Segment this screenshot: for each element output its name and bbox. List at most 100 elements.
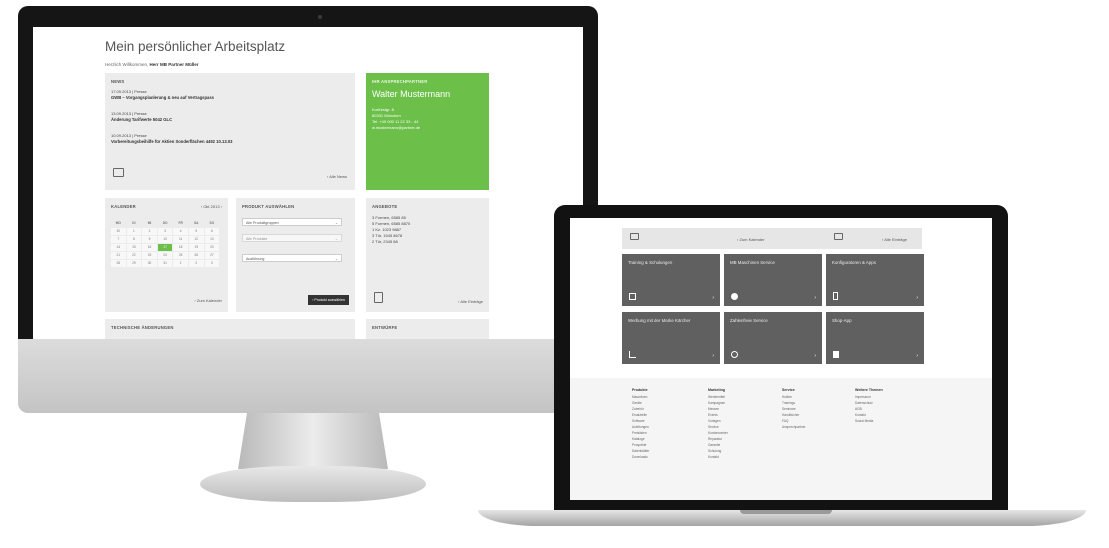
news-link-1[interactable]: GWB – Vorgangsplanlerung & neu auf Vertr… bbox=[111, 95, 214, 100]
footer-heading: Marketing bbox=[708, 388, 725, 392]
calendar-day[interactable]: 13 bbox=[204, 236, 220, 243]
calendar-day[interactable]: 1 bbox=[126, 228, 142, 235]
calendar-day[interactable]: 30 bbox=[142, 260, 157, 267]
welcome-text: Herzlich Willkommen, Herr MB Partner Mül… bbox=[105, 62, 199, 67]
calendar-day[interactable]: 15 bbox=[126, 244, 142, 251]
news-heading: NEWS bbox=[111, 79, 125, 84]
calendar-month-nav[interactable]: ‹ Okt 2013 › bbox=[201, 204, 222, 209]
tile-machine-service[interactable]: MB Maschinen Service › bbox=[724, 254, 822, 306]
newspaper-icon bbox=[113, 168, 124, 177]
page-title: Mein persönlicher Arbeitsplatz bbox=[105, 39, 286, 54]
calendar-day[interactable]: 21 bbox=[111, 252, 126, 259]
chevron-right-icon: › bbox=[916, 353, 918, 359]
tile-service[interactable]: Zahlenfreie Service › bbox=[724, 312, 822, 364]
calendar-day[interactable]: 9 bbox=[142, 236, 157, 243]
calendar-weekday: DI bbox=[132, 221, 136, 225]
imac-screen: Mein persönlicher Arbeitsplatz Herzlich … bbox=[33, 27, 583, 339]
all-news-link[interactable]: › Alle News bbox=[327, 174, 347, 179]
calendar-day[interactable]: 30 bbox=[111, 228, 126, 235]
calendar-day[interactable]: 12 bbox=[188, 236, 204, 243]
contact-street: Kurfürstgr. 8 bbox=[372, 107, 394, 112]
calendar-weekday: MO bbox=[115, 221, 121, 225]
calendar-day[interactable]: 3 bbox=[204, 260, 220, 267]
all-entries-link[interactable]: › Alle Einträge bbox=[458, 299, 483, 304]
offer-item[interactable]: 1 Kz. 1023 9887 bbox=[372, 227, 401, 232]
calendar-day[interactable]: 10 bbox=[157, 236, 173, 243]
calendar-day[interactable]: 31 bbox=[157, 260, 173, 267]
footer-link[interactable]: Downloads bbox=[632, 454, 649, 460]
calendar-grid: MO DI MI DO FR SA SO 30 1 2 3 4 5 6 7 8 9 10 11 12 13 14 15 16 1… bbox=[111, 220, 220, 267]
chevron-down-icon: ⌄ bbox=[334, 221, 338, 225]
calendar-day[interactable]: 3 bbox=[157, 228, 173, 235]
offer-item[interactable]: 5 Formen, 6585 8870 bbox=[372, 221, 410, 226]
calendar-day[interactable]: 27 bbox=[204, 252, 220, 259]
news-link-3[interactable]: Vorbereitungsbeihilfe für Aktien Sonderf… bbox=[111, 139, 232, 144]
product-group-select[interactable]: Alle Produktgruppen ⌄ bbox=[242, 218, 342, 226]
tile-advertising[interactable]: Werbung mit der Marke Kärcher › bbox=[622, 312, 720, 364]
calendar-day[interactable]: 16 bbox=[142, 244, 157, 251]
calendar-day[interactable]: 2 bbox=[142, 228, 157, 235]
calendar-day[interactable]: 24 bbox=[157, 252, 173, 259]
calendar-icon bbox=[630, 233, 639, 240]
camera-dot bbox=[318, 15, 322, 19]
news-link-2[interactable]: Änderung Tarifwerte 5042 GLC bbox=[111, 117, 172, 122]
offer-item[interactable]: 2 Tür, 2345 88 bbox=[372, 239, 398, 244]
chevron-right-icon: › bbox=[712, 353, 714, 359]
calendar-day[interactable]: 11 bbox=[173, 236, 188, 243]
tile-training[interactable]: Training & Schulungen › bbox=[622, 254, 720, 306]
drafts-panel: ENTWÜRFE bbox=[366, 319, 489, 339]
technical-changes-panel: TECHNISCHE ÄNDERUNGEN bbox=[105, 319, 355, 339]
calendar-day[interactable]: 26 bbox=[188, 252, 204, 259]
calendar-panel: KALENDER ‹ Okt 2013 › MO DI MI DO FR SA SO 30 1 2… bbox=[105, 198, 228, 312]
contact-email[interactable]: w.mustermann@partner.de bbox=[372, 125, 420, 130]
calendar-day[interactable]: 6 bbox=[204, 228, 220, 235]
laptop-entries-link[interactable]: › Alle Einträge bbox=[882, 237, 907, 242]
product-heading: PRODUKT AUSWÄHLEN bbox=[242, 204, 295, 209]
calendar-day[interactable]: 7 bbox=[111, 236, 126, 243]
calendar-day[interactable]: 5 bbox=[188, 228, 204, 235]
calendar-link[interactable]: › Zum Kalender bbox=[194, 298, 222, 303]
calendar-day[interactable]: 25 bbox=[173, 252, 188, 259]
tile-configurators[interactable]: Konfiguratoren & Apps › bbox=[826, 254, 924, 306]
select-product-button[interactable]: › Produkt auswählen bbox=[308, 295, 349, 305]
chevron-right-icon: › bbox=[814, 295, 816, 301]
technical-changes-heading: TECHNISCHE ÄNDERUNGEN bbox=[111, 325, 174, 330]
news-date-3: 10.09.2013 | Presse bbox=[111, 133, 147, 138]
footer-heading: Weitere Themen bbox=[855, 388, 883, 392]
calendar-day[interactable]: 17 bbox=[157, 244, 173, 251]
offer-item[interactable]: 3 Formen, 6585 85 bbox=[372, 215, 406, 220]
calendar-weekday: DO bbox=[162, 221, 168, 225]
calendar-day[interactable]: 18 bbox=[173, 244, 188, 251]
calendar-day[interactable]: 14 bbox=[111, 244, 126, 251]
product-select[interactable]: Alle Produkte ⌄ bbox=[242, 234, 342, 242]
contact-city: 80331 München bbox=[372, 113, 401, 118]
footer-col-marketing: Marketing Werbemittel Kampagnen Messen Event… bbox=[708, 388, 728, 460]
offer-item[interactable]: 3 Tür, 1545 8678 bbox=[372, 233, 402, 238]
contact-heading: IHR ANSPRECHPARTNER bbox=[372, 79, 428, 84]
chevron-right-icon: › bbox=[814, 353, 816, 359]
chevron-down-icon: ⌄ bbox=[334, 237, 338, 241]
footer-link[interactable]: Kontakt bbox=[708, 454, 728, 460]
calendar-day[interactable]: 4 bbox=[173, 228, 188, 235]
calendar-day[interactable]: 1 bbox=[173, 260, 188, 267]
variant-select[interactable]: Ausführung ⌄ bbox=[242, 254, 342, 262]
offers-heading: ANGEBOTE bbox=[372, 204, 398, 209]
calendar-day[interactable]: 23 bbox=[142, 252, 157, 259]
chevron-right-icon: › bbox=[712, 295, 714, 301]
footer-link[interactable]: Social Media bbox=[855, 418, 883, 424]
calendar-day[interactable]: 8 bbox=[126, 236, 142, 243]
footer-link[interactable]: Ansprechpartner bbox=[782, 424, 806, 430]
calendar-day[interactable]: 19 bbox=[188, 244, 204, 251]
calendar-day[interactable]: 28 bbox=[111, 260, 126, 267]
product-panel: PRODUKT AUSWÄHLEN Alle Produktgruppen ⌄ A… bbox=[236, 198, 355, 312]
tile-shop[interactable]: Shop-App › bbox=[826, 312, 924, 364]
chart-icon bbox=[629, 351, 636, 358]
laptop-calendar-link[interactable]: › Zum Kalender bbox=[737, 237, 765, 242]
calendar-day[interactable]: 20 bbox=[204, 244, 220, 251]
calendar-weekday: FR bbox=[178, 221, 183, 225]
laptop-screen: › Zum Kalender › Alle Einträge Training … bbox=[570, 218, 992, 500]
news-date-2: 13.09.2013 | Presse bbox=[111, 111, 147, 116]
calendar-day[interactable]: 29 bbox=[126, 260, 142, 267]
calendar-day[interactable]: 22 bbox=[126, 252, 142, 259]
calendar-day[interactable]: 2 bbox=[188, 260, 204, 267]
